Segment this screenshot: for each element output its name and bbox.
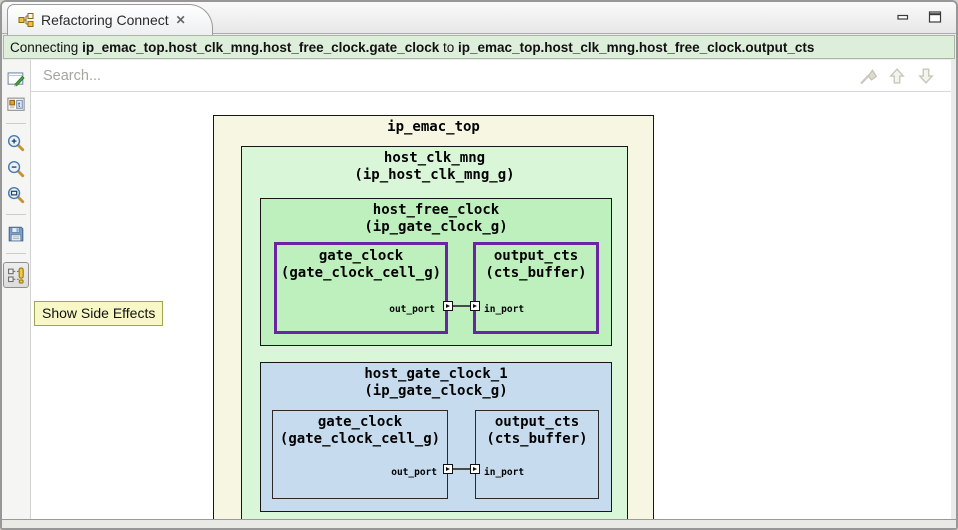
maximize-icon[interactable]: [926, 8, 944, 26]
tab-close-icon[interactable]: ✕: [176, 14, 186, 26]
zoom-in-button[interactable]: [4, 131, 28, 155]
tab-bar: Refactoring Connect ✕: [2, 2, 956, 35]
module-output-cts[interactable]: output_cts (cts_buffer) in_port: [475, 410, 599, 499]
module-type: (ip_gate_clock_g): [364, 383, 508, 399]
status-connector: to: [443, 39, 455, 55]
module-type: (ip_host_clk_mng_g): [354, 167, 515, 183]
diagram-canvas: ip_emac_top host_clk_mng (ip_host_clk_mn…: [31, 60, 951, 519]
bottom-frame-strip: [2, 519, 956, 528]
show-side-effects-tooltip: Show Side Effects: [34, 301, 164, 326]
out-port-icon[interactable]: [443, 301, 453, 311]
show-side-effects-toggle[interactable]: [3, 262, 29, 288]
module-name: gate_clock: [317, 414, 403, 430]
module-name: output_cts: [493, 248, 579, 264]
search-actions: [857, 65, 937, 87]
module-ip-emac-top[interactable]: ip_emac_top host_clk_mng (ip_host_clk_mn…: [213, 115, 654, 519]
toolbar-separator: [6, 214, 26, 215]
module-name: ip_emac_top: [387, 119, 480, 135]
show-labels-button[interactable]: t: [4, 92, 28, 116]
toolbar-separator: [6, 253, 26, 254]
window-frame: Refactoring Connect ✕ Connecting ip_emac…: [0, 0, 958, 530]
module-name: host_clk_mng: [383, 150, 486, 166]
module-type: (gate_clock_cell_g): [279, 431, 441, 447]
port-label-in: in_port: [484, 467, 525, 478]
target-path: ip_emac_top.host_clk_mng.host_free_clock…: [458, 39, 815, 55]
module-type: (cts_buffer): [486, 431, 588, 447]
status-prefix: Connecting: [10, 39, 79, 55]
refactoring-connect-window: Refactoring Connect ✕ Connecting ip_emac…: [0, 0, 958, 530]
port-label-out: out_port: [389, 304, 435, 315]
module-host-free-clock[interactable]: host_free_clock (ip_gate_clock_g) gate_c…: [260, 198, 612, 346]
connect-status-bar: Connecting ip_emac_top.host_clk_mng.host…: [3, 35, 955, 59]
module-name: gate_clock: [318, 248, 404, 264]
search-input[interactable]: [41, 66, 857, 85]
module-host-gate-clock-1[interactable]: host_gate_clock_1 (ip_gate_clock_g) gate…: [260, 362, 612, 512]
tab-title: Refactoring Connect: [41, 12, 169, 28]
module-gate-clock-highlighted[interactable]: gate_clock (gate_clock_cell_g) out_port: [274, 242, 448, 334]
port-label-out: out_port: [391, 467, 437, 478]
out-port-icon[interactable]: [443, 464, 453, 474]
connection-out-port-to-in-port[interactable]: [443, 464, 480, 474]
module-name: host_free_clock: [372, 202, 500, 218]
module-type: (cts_buffer): [485, 265, 587, 281]
module-host-clk-mng[interactable]: host_clk_mng (ip_host_clk_mng_g) host_fr…: [241, 146, 628, 519]
connection-out-port-to-in-port[interactable]: [443, 301, 480, 311]
source-path: ip_emac_top.host_clk_mng.host_free_clock…: [82, 39, 440, 55]
next-match-icon[interactable]: [915, 65, 937, 87]
previous-match-icon[interactable]: [886, 65, 908, 87]
connection-wire: [453, 305, 470, 307]
connection-wire: [453, 468, 470, 470]
module-output-cts-highlighted[interactable]: output_cts (cts_buffer) in_port: [473, 242, 599, 334]
svg-text:t: t: [18, 100, 20, 109]
port-label-in: in_port: [484, 304, 525, 315]
diagram-toolbar: t: [2, 60, 31, 519]
in-port-icon[interactable]: [470, 301, 480, 311]
search-row: [31, 60, 951, 92]
refactoring-connect-icon: [18, 12, 34, 28]
module-type: (ip_gate_clock_g): [364, 219, 508, 235]
view-controls: [894, 8, 944, 26]
zoom-fit-button[interactable]: [4, 183, 28, 207]
minimize-icon[interactable]: [894, 8, 912, 26]
save-button[interactable]: [4, 222, 28, 246]
module-name: output_cts: [494, 414, 580, 430]
module-type: (gate_clock_cell_g): [280, 265, 442, 281]
toolbar-separator: [6, 123, 26, 124]
tab-refactoring-connect[interactable]: Refactoring Connect ✕: [7, 4, 213, 35]
zoom-out-button[interactable]: [4, 157, 28, 181]
module-name: host_gate_clock_1: [364, 366, 508, 382]
module-gate-clock[interactable]: gate_clock (gate_clock_cell_g) out_port: [272, 410, 448, 499]
edit-diagram-button[interactable]: [4, 66, 28, 90]
clear-search-icon[interactable]: [857, 65, 879, 87]
in-port-icon[interactable]: [470, 464, 480, 474]
